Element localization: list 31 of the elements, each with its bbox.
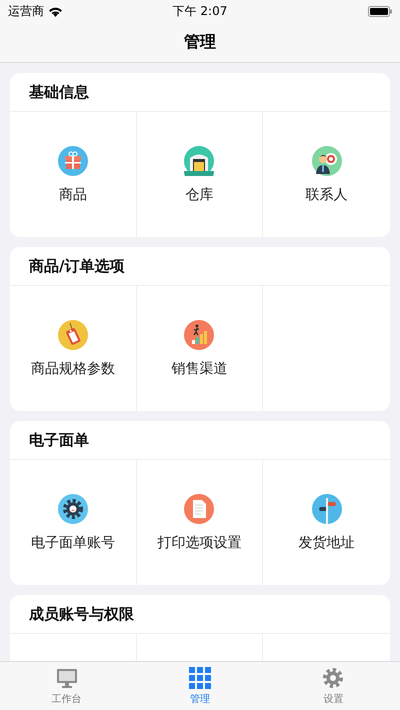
menu-item[interactable]: 商品规格参数	[10, 286, 137, 411]
menu-item[interactable]: 电子面单账号	[10, 460, 137, 585]
tab[interactable]: 管理	[133, 662, 267, 710]
menu-item[interactable]: 联系人	[263, 112, 390, 237]
section-title: 电子面单	[29, 430, 89, 450]
settings-icon	[321, 666, 346, 690]
tab[interactable]: 设置	[266, 662, 400, 710]
section-title: 商品/订单选项	[29, 256, 124, 276]
tab[interactable]: 工作台	[0, 662, 134, 710]
section-title: 成员账号与权限	[29, 604, 134, 624]
wifi-icon	[48, 6, 63, 16]
runner-on-bars-icon	[184, 320, 214, 350]
clock-time: 下午 2:07	[172, 2, 228, 20]
gift-icon	[58, 146, 88, 176]
signpost-icon	[312, 494, 342, 524]
section-title: 基础信息	[29, 82, 89, 102]
menu-item[interactable]: 销售渠道	[136, 286, 264, 411]
menu-item[interactable]: 商品	[10, 112, 137, 237]
price-tag-icon	[58, 320, 88, 350]
menu-item[interactable]: 发货地址	[263, 460, 390, 585]
menu-item[interactable]: 打印选项设置	[136, 460, 264, 585]
gear-icon	[58, 494, 88, 524]
document-icon	[184, 494, 214, 524]
battery-icon	[368, 6, 392, 16]
person-with-target-icon	[312, 146, 342, 176]
page-title: 管理	[184, 32, 216, 52]
menu-item[interactable]: 仓库	[136, 112, 264, 237]
warehouse-icon	[184, 146, 214, 176]
carrier-name: 运营商	[8, 2, 44, 20]
monitor-icon	[54, 666, 79, 690]
grid-icon	[188, 666, 212, 690]
